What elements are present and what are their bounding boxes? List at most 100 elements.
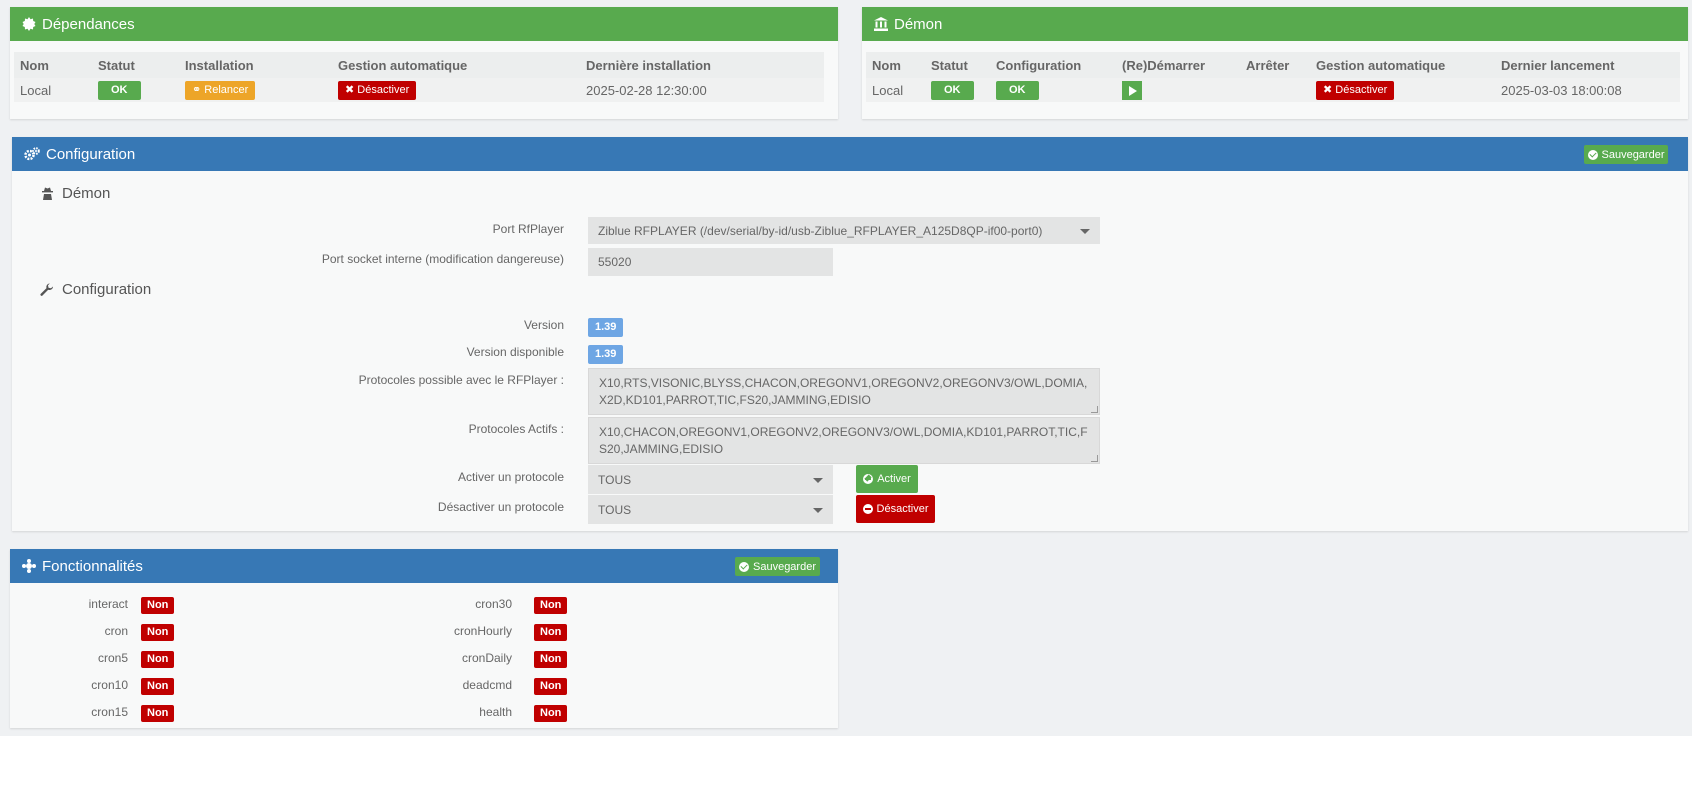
feature-name: cronDaily [461,651,512,665]
socket-port-label: Port socket interne (modification danger… [321,252,564,266]
status-badge: OK [931,80,974,100]
cell-gestion: ✖ Désactiver [1310,78,1495,102]
col-redemarrer: (Re)Démarrer [1116,52,1240,78]
version-disponible-badge: 1.39 [588,345,624,364]
fonctionnalites-title: Fonctionnalités [42,557,143,575]
fonctionnalites-save-button[interactable]: Sauvegarder [735,557,820,576]
protocoles-possibles-textarea[interactable]: X10,RTS,VISONIC,BLYSS,CHACON,OREGONV1,OR… [588,368,1100,415]
cell-installation: ⚭ Relancer [179,78,332,102]
protocoles-actifs-label: Protocoles Actifs : [468,422,564,436]
cell-statut: OK [92,78,179,102]
dependances-table: Nom Statut Installation Gestion automati… [14,52,824,102]
col-statut: Statut [92,52,179,78]
dependances-header: Dépendances [10,7,838,41]
version-disponible-label: Version disponible [466,345,564,359]
socket-port-value: 55020 [598,255,632,269]
feature-name: cronHourly [453,624,512,638]
port-rfplayer-value: Ziblue RFPLAYER (/dev/serial/by-id/usb-Z… [598,223,1043,238]
desactiver-label: Désactiver [357,83,410,96]
feature-toggle-cron15[interactable]: Non [141,705,175,722]
feature-name: deadcmd [462,678,512,692]
feature-toggle-health[interactable]: Non [534,705,568,722]
feature-toggle-cronhourly[interactable]: Non [534,624,568,641]
relancer-button[interactable]: ⚭ Relancer [185,80,256,100]
protocoles-actifs-textarea[interactable]: X10,CHACON,OREGONV1,OREGONV2,OREGONV3/OW… [588,417,1100,464]
cell-dernier: 2025-03-03 18:00:08 [1495,78,1680,102]
feature-toggle-cron10[interactable]: Non [141,678,175,695]
col-nom: Nom [866,52,925,78]
bicycle-icon: ⚭ [192,83,205,96]
socket-port-input[interactable]: 55020 [588,248,833,276]
wrench-icon [40,283,54,297]
table-header-row: Nom Statut Configuration (Re)Démarrer Ar… [866,52,1680,78]
section-demon-title: Démon [62,185,111,202]
col-derniere: Dernière installation [580,52,824,78]
desactiver-protocole-value: TOUS [598,502,632,517]
desactiver-protocole-select[interactable]: TOUS [588,495,833,524]
activer-protocole-value: TOUS [598,472,632,487]
desactiver-gestion-button[interactable]: ✖ Désactiver [338,80,417,100]
chevron-down-icon [813,477,823,483]
col-installation: Installation [179,52,332,78]
feature-toggle-interact[interactable]: Non [141,597,175,614]
activer-button[interactable]: Activer [856,465,918,493]
bank-icon [874,17,888,31]
col-arreter: Arrêter [1240,52,1310,78]
feature-toggle-cron[interactable]: Non [141,624,175,641]
protocoles-possibles-label: Protocoles possible avec le RFPlayer : [358,373,564,387]
fonctionnalites-header: Fonctionnalités [10,549,838,583]
section-demon: Démon [40,185,110,202]
save-label: Sauvegarder [753,560,816,573]
configuration-panel: Configuration Sauvegarder Démon Port RfP… [12,137,1688,531]
version-label: Version [523,318,564,332]
feature-toggle-cron5[interactable]: Non [141,651,175,668]
feature-toggle-cron30[interactable]: Non [534,597,568,614]
times-icon: ✖ [345,83,358,96]
cell-nom: Local [866,78,925,102]
feature-toggle-deadcmd[interactable]: Non [534,678,568,695]
desactiver-gestion-button[interactable]: ✖ Désactiver [1316,80,1395,100]
cogs-icon [24,147,40,161]
play-icon[interactable] [1122,80,1142,100]
cell-gestion: ✖ Désactiver [332,78,580,102]
section-configuration-title: Configuration [62,281,152,298]
col-gestion: Gestion automatique [1310,52,1495,78]
feature-name: health [479,705,512,719]
desactiver-protocole-button-label: Désactiver [876,503,929,515]
demon-panel: Démon Nom Statut Configuration (Re)Démar… [862,7,1688,119]
col-configuration: Configuration [990,52,1116,78]
table-row: Local OK ⚭ Relancer ✖ Désactiver 2025-02… [14,78,824,102]
feature-name: cron15 [91,705,128,719]
configuration-save-button[interactable]: Sauvegarder [1584,145,1668,164]
check-circle-icon [739,561,749,572]
configuration-header: Configuration [12,137,1688,171]
cell-derniere: 2025-02-28 12:30:00 [580,78,824,102]
table-row: Local OK OK ✖ Désactiver 2025-03-03 18:0… [866,78,1680,102]
relancer-label: Relancer [204,83,249,96]
table-header-row: Nom Statut Installation Gestion automati… [14,52,824,78]
desactiver-label: Désactiver [1335,83,1388,96]
feature-name: cron30 [475,597,512,611]
configuration-badge: OK [996,80,1039,100]
col-dernier: Dernier lancement [1495,52,1680,78]
desactiver-protocole-button[interactable]: Désactiver [856,495,935,523]
save-label: Sauvegarder [1601,148,1665,161]
puzzle-icon [22,559,36,573]
version-badge: 1.39 [588,318,624,337]
demon-header: Démon [862,7,1688,41]
feature-toggle-crondaily[interactable]: Non [534,651,568,668]
feature-name: cron [104,624,128,638]
chevron-down-icon [813,507,823,513]
feature-name: cron5 [97,651,128,665]
port-rfplayer-label: Port RfPlayer [492,222,564,236]
status-badge: OK [98,80,141,100]
port-rfplayer-select[interactable]: Ziblue RFPLAYER (/dev/serial/by-id/usb-Z… [588,217,1100,244]
cell-arreter [1240,78,1310,102]
desactiver-protocole-label: Désactiver un protocole [437,500,564,514]
configuration-title: Configuration [46,145,136,163]
activer-protocole-select[interactable]: TOUS [588,465,833,494]
cell-statut: OK [925,78,990,102]
dependances-title: Dépendances [42,15,135,33]
plus-circle-icon [863,474,874,484]
demon-title: Démon [894,15,943,33]
